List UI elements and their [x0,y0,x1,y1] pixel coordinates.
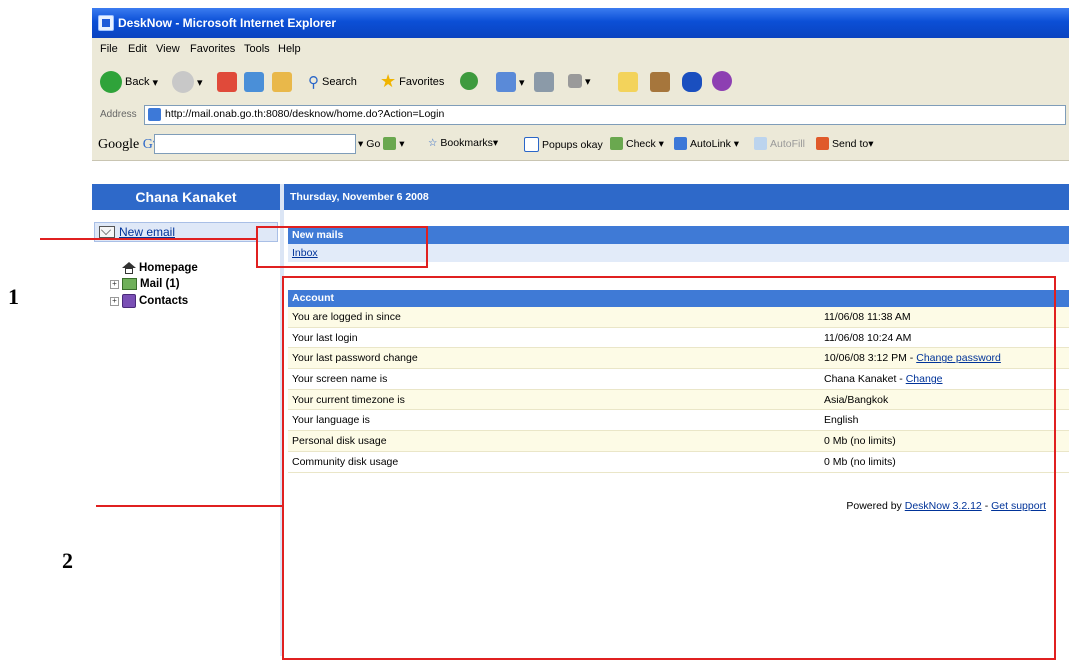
autolink-label: AutoLink ▾ [690,137,740,150]
print-button[interactable] [534,72,554,92]
character-icon [712,71,732,91]
address-label: Address [100,109,137,120]
spellcheck-icon [610,137,623,150]
google-search-input[interactable] [154,134,356,154]
annotation-marker-2: 2 [62,548,73,573]
star-icon: ★ [380,71,397,91]
tree-item-contacts[interactable]: + Contacts [110,294,188,308]
annotation-marker-1: 1 [8,284,19,309]
menu-tools[interactable]: Tools [244,43,270,55]
back-arrow-icon [100,71,122,93]
bookmarks-button[interactable]: ☆ Bookmarks▾ [428,137,498,149]
tree-label-contacts: Contacts [139,295,189,307]
favorites-label: Favorites [399,75,445,88]
sendto-label: Send to▾ [832,137,874,150]
address-bar: Address http://mail.onab.go.th:8080/desk… [92,102,1069,129]
history-button[interactable] [460,72,478,90]
menu-edit[interactable]: Edit [128,43,147,55]
date-header: Thursday, November 6 2008 [284,184,1069,210]
go-label: Go [366,137,381,150]
annotation-line-1 [40,238,256,240]
search-button[interactable]: ⚲ Search [308,73,357,91]
history-icon [460,72,478,90]
popup-icon [524,137,539,152]
tree-item-mail[interactable]: + Mail (1) [110,278,180,290]
annotation-line-2 [96,505,282,507]
menu-favorites[interactable]: Favorites [190,43,235,55]
tree-item-homepage[interactable]: Homepage [122,262,198,274]
home-button[interactable] [272,72,292,92]
popups-button[interactable]: Popups okay [524,137,603,152]
google-logo: Google G▾ [98,137,160,152]
folder-button[interactable] [618,72,638,92]
annotation-box-2 [282,276,1056,660]
title-bar: DeskNow - Microsoft Internet Explorer [92,8,1069,38]
forward-arrow-icon [172,71,194,93]
popups-label: Popups okay [542,138,603,151]
new-email-label: New email [119,225,176,239]
print-icon [534,72,554,92]
edit-button[interactable]: ▾ [568,74,591,88]
window-title: DeskNow - Microsoft Internet Explorer [118,16,337,30]
mail-folder-icon [122,278,137,290]
home-icon [122,262,136,274]
refresh-icon [244,72,264,92]
menu-bar: File Edit View Favorites Tools Help [92,38,1069,63]
google-go-button[interactable]: ▾ Go ▾ [358,137,405,150]
page-icon [148,108,161,121]
user-name-header: Chana Kanaket [92,184,280,210]
mail-icon [496,72,516,92]
bonzi-button[interactable] [712,71,732,91]
messenger-button[interactable] [650,72,670,92]
expand-icon[interactable]: + [110,296,119,306]
search-icon: ⚲ [308,74,319,91]
home-icon [272,72,292,92]
bluetooth-button[interactable] [682,72,702,92]
address-input[interactable]: http://mail.onab.go.th:8080/desknow/home… [144,105,1066,125]
contacts-icon [122,294,136,308]
bluetooth-icon [682,72,702,92]
back-label: Back [125,76,150,88]
research-icon [650,72,670,92]
bookmark-star-icon: ☆ [428,137,438,149]
tree-label-homepage: Homepage [139,262,198,274]
autofill-button[interactable]: AutoFill [754,137,805,150]
favorites-button[interactable]: ★ Favorites [380,71,444,92]
mail-button[interactable]: ▾ [496,72,525,92]
menu-view[interactable]: View [156,43,180,55]
autofill-icon [754,137,767,150]
menu-help[interactable]: Help [278,43,301,55]
expand-icon[interactable]: + [110,279,119,289]
edit-icon [568,74,582,88]
standard-toolbar: Back ▾ ▾ ⚲ Search ★ Favorites ▾ ▾ [92,62,1069,103]
sidebar [92,210,280,656]
annotation-box-1 [256,226,428,268]
sendto-button[interactable]: Send to▾ [816,137,873,150]
back-button[interactable]: Back ▾ [100,71,158,93]
autolink-icon [674,137,687,150]
folder-icon [618,72,638,92]
sendto-icon [816,137,829,150]
bookmarks-label: Bookmarks▾ [440,137,499,149]
pagerank-icon [383,137,397,150]
check-label: Check ▾ [626,137,664,150]
tree-label-mail: Mail (1) [140,278,180,290]
google-toolbar: Google G▾ ▾ Go ▾ ☆ Bookmarks▾ Popups okay … [92,128,1069,161]
address-url: http://mail.onab.go.th:8080/desknow/home… [165,108,445,120]
spellcheck-button[interactable]: Check ▾ [610,137,664,150]
autolink-button[interactable]: AutoLink ▾ [674,137,739,150]
forward-button[interactable]: ▾ [172,71,203,93]
autofill-label: AutoFill [770,137,806,150]
menu-file[interactable]: File [100,43,118,55]
envelope-icon [99,226,115,238]
search-label: Search [322,76,357,88]
stop-button[interactable] [217,72,237,92]
ie-icon [98,15,114,31]
refresh-button[interactable] [244,72,264,92]
stop-icon [217,72,237,92]
